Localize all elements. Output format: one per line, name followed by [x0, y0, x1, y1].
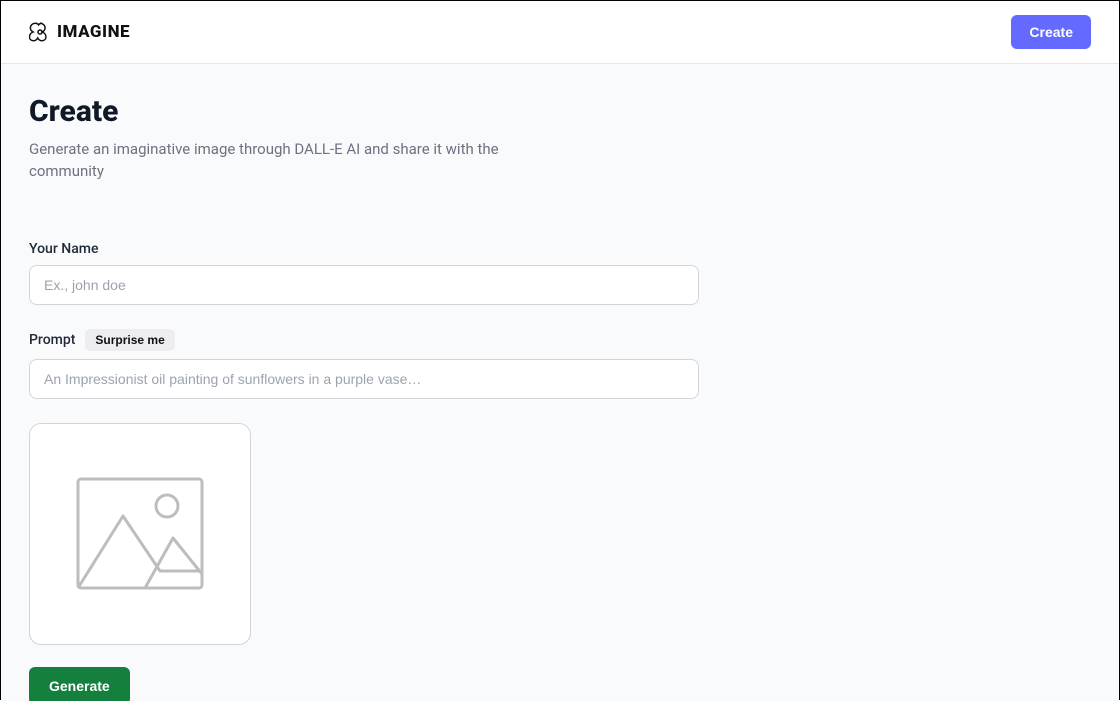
page-title: Create [29, 94, 1091, 129]
name-field: Your Name [29, 241, 699, 305]
name-input[interactable] [29, 265, 699, 305]
main-content: Create Generate an imaginative image thr… [1, 64, 1119, 701]
image-placeholder-icon [75, 476, 205, 591]
prompt-input[interactable] [29, 359, 699, 399]
prompt-field: Prompt Surprise me [29, 329, 699, 399]
brand-name: IMAGINE [57, 22, 130, 42]
swirl-icon [29, 21, 51, 43]
header-create-button[interactable]: Create [1011, 15, 1091, 49]
create-form: Your Name Prompt Surprise me Generate [29, 241, 699, 701]
page-subtitle: Generate an imaginative image through DA… [29, 139, 569, 183]
image-preview [29, 423, 251, 645]
header: IMAGINE Create [1, 1, 1119, 64]
brand-logo[interactable]: IMAGINE [29, 21, 130, 43]
generate-button[interactable]: Generate [29, 667, 130, 701]
prompt-label: Prompt [29, 332, 75, 348]
surprise-me-button[interactable]: Surprise me [85, 329, 174, 351]
name-label: Your Name [29, 241, 98, 257]
